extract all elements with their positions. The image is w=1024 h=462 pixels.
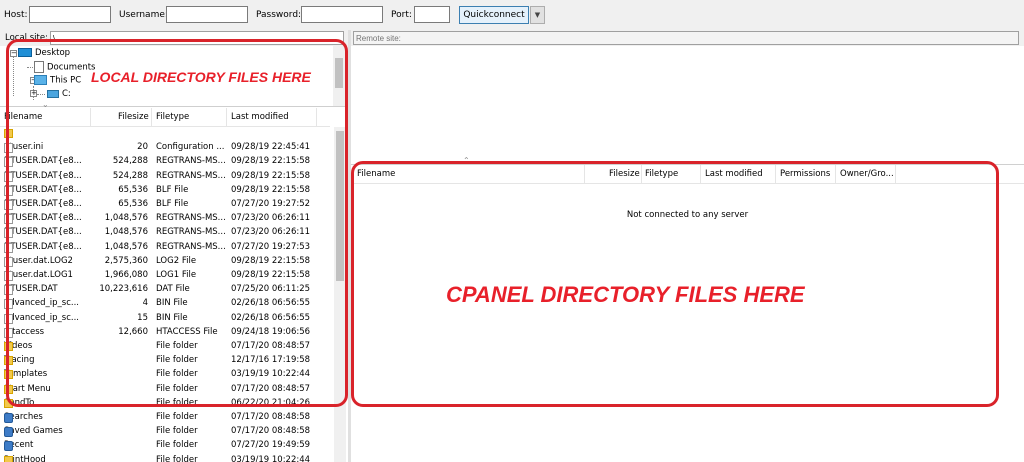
host-input[interactable]	[29, 6, 111, 23]
file-row[interactable]: PrintHood File folder 03/19/19 10:22:44	[0, 454, 334, 462]
password-input[interactable]	[301, 6, 383, 23]
file-row[interactable]: Searches File folder 07/17/20 08:48:58	[0, 411, 334, 425]
special-folder-icon	[4, 413, 13, 423]
file-name-cell: Recent	[4, 440, 33, 452]
local-annotation-box	[6, 39, 348, 407]
file-name-cell: Searches	[4, 412, 43, 423]
file-row[interactable]: Recent File folder 07/27/20 19:49:59	[0, 439, 334, 453]
quickconnect-bar: Host: Username: Password: Port: Quickcon…	[0, 0, 1024, 31]
file-type: File folder	[156, 454, 198, 462]
remote-site-input[interactable]	[353, 31, 1019, 45]
file-type: File folder	[156, 412, 198, 422]
local-annotation-text: LOCAL DIRECTORY FILES HERE	[91, 69, 311, 85]
quickconnect-button[interactable]: Quickconnect	[459, 6, 529, 24]
remote-site-bar	[351, 30, 1024, 46]
file-modified: 03/19/19 10:22:44	[231, 454, 311, 462]
port-input[interactable]	[414, 6, 450, 23]
file-modified: 07/17/20 08:48:58	[231, 412, 311, 422]
special-folder-icon	[4, 441, 13, 452]
file-row[interactable]: Saved Games File folder 07/17/20 08:48:58	[0, 425, 334, 439]
username-label: Username:	[119, 10, 168, 20]
file-type: File folder	[156, 426, 198, 437]
folder-icon	[4, 455, 13, 462]
username-input[interactable]	[166, 6, 248, 23]
remote-annotation-text: CPANEL DIRECTORY FILES HERE	[446, 282, 805, 307]
file-type: File folder	[156, 440, 198, 451]
file-modified: 07/27/20 19:49:59	[231, 440, 311, 451]
password-label: Password:	[256, 10, 302, 20]
file-name-cell: Saved Games	[4, 426, 63, 438]
host-label: Host:	[4, 10, 28, 20]
special-folder-icon	[4, 427, 13, 438]
file-name-cell: PrintHood	[4, 455, 46, 462]
port-label: Port:	[391, 10, 412, 20]
file-modified: 07/17/20 08:48:58	[231, 426, 311, 437]
chevron-down-icon[interactable]: ▼	[530, 6, 545, 24]
